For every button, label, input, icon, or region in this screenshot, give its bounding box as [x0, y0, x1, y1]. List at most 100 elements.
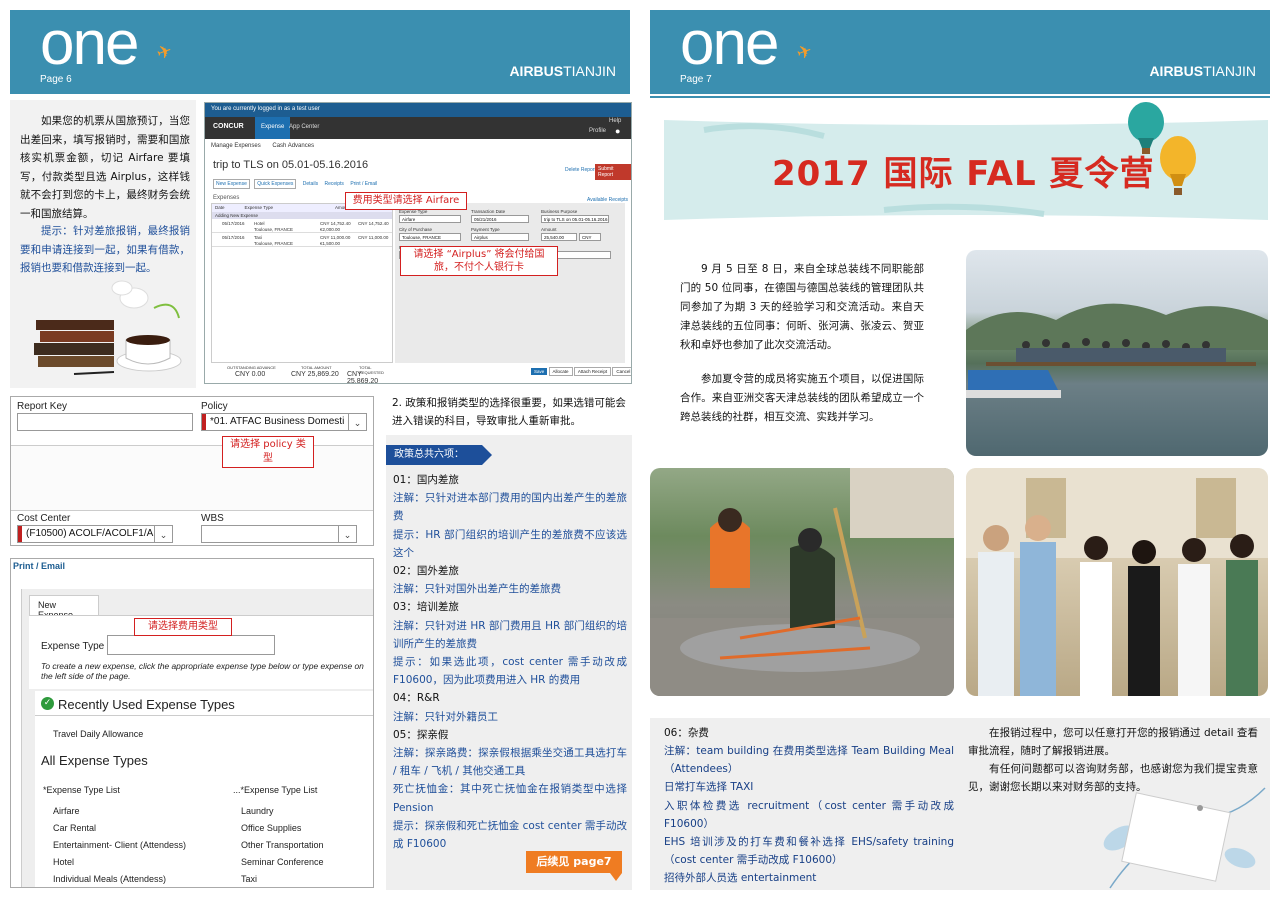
table-row[interactable]: 05/17/2016 Hotel Toulouse, FRANCE CNY 14… — [212, 219, 392, 233]
col-date: Date — [215, 205, 225, 210]
transaction-date-input[interactable]: 05/21/2016 — [471, 215, 529, 223]
print-email-menu[interactable]: Print / Email — [350, 181, 377, 187]
expense-type-label: Expense Type — [41, 641, 105, 652]
policy-line: 02：国外差旅 — [393, 565, 459, 578]
policy-label: Policy — [201, 401, 228, 412]
misc-line: 日常打车选择 TAXI — [664, 781, 754, 794]
concur-subnav: Manage Expenses Cash Advances — [211, 143, 314, 149]
camp-banner: 2017 国际 FAL 夏令营 — [664, 100, 1268, 236]
chevron-down-icon[interactable]: ⌄ — [348, 414, 366, 430]
expense-type-select[interactable]: Airfare — [399, 215, 461, 223]
plane-icon: ✈ — [793, 40, 816, 65]
test-user-banner: You are currently logged in as a test us… — [205, 103, 631, 117]
policy-line: 提示：HR 部门组织的培训产生的差旅费不应该选这个 — [393, 528, 627, 559]
expense-list-header-1: *Expense Type List — [43, 785, 120, 795]
expense-type-list-1: Airfare Car Rental Entertainment- Client… — [53, 803, 186, 887]
profile-menu[interactable]: Profile — [589, 128, 606, 134]
policy-callout: 请选择 policy 类型 — [222, 436, 314, 468]
intro-panel: 如果您的机票从国旅预订，当您出差回来，填写报销时，需要和国旅核实机票金额，切记 … — [10, 100, 196, 388]
misc-lines: 注解：team building 在费用类型选择 Team Building M… — [664, 742, 954, 888]
delete-report-link[interactable]: Delete Report — [565, 167, 596, 173]
list-item[interactable]: Taxi — [241, 871, 324, 887]
list-item[interactable]: Laundry — [241, 803, 324, 820]
list-item[interactable]: Office Supplies — [241, 820, 324, 837]
plane-icon: ✈ — [153, 40, 176, 65]
user-icon[interactable]: ● — [615, 126, 620, 136]
right-header: one ✈ Page 7 AIRBUSTIANJIN — [650, 10, 1270, 94]
books-coffee-illustration — [34, 280, 182, 375]
cash-advances-link[interactable]: Cash Advances — [272, 143, 314, 149]
arrow-down-icon — [610, 873, 622, 881]
list-item[interactable]: Hotel — [53, 854, 186, 871]
allocate-button[interactable]: Allocate — [548, 367, 573, 376]
payment-type-select[interactable]: Airplus — [471, 233, 529, 241]
expense-form: Expense Type Airfare Transaction Date 05… — [395, 203, 625, 363]
manage-expenses-link[interactable]: Manage Expenses — [211, 143, 261, 149]
report-title: trip to TLS on 05.01-05.16.2016 — [213, 159, 369, 171]
team-building-photo — [650, 468, 954, 696]
submit-report-button[interactable]: Submit Report — [595, 164, 631, 180]
policy-line: 04：R&R — [393, 692, 440, 705]
help-link[interactable]: Help — [609, 118, 621, 124]
adding-new-expense: Adding New Expense — [212, 212, 392, 219]
list-item[interactable]: Seminar Conference — [241, 854, 324, 871]
report-key-input[interactable] — [17, 413, 193, 431]
chevron-down-icon[interactable]: ⌄ — [154, 526, 172, 542]
list-item[interactable]: Airfare — [53, 803, 186, 820]
policy-lines: 01：国内差旅 注解：只针对进本部门费用的国内出差产生的差旅费 提示：HR 部门组织… — [393, 471, 627, 853]
form-buttons: Save Allocate Attach Receipt Cancel — [531, 367, 631, 376]
list-item[interactable]: Car Rental — [53, 820, 186, 837]
policy-line: 死亡抚恤金：其中死亡抚恤金在报销类型中选择 Pension — [393, 783, 627, 814]
new-expense-screenshot: Print / Email New Expense Expense Type T… — [10, 558, 374, 888]
wbs-label: WBS — [201, 513, 224, 524]
camp-paragraph-2: 参加夏令营的成员将实施五个项目，以促进国际合作。来自亚洲交客天津总装线的团队希望… — [680, 373, 924, 423]
wbs-select[interactable]: ⌄ — [201, 525, 357, 543]
intro-tip: 提示：针对差旅报销，最终报销要和申请连接到一起，如果有借款，报销也要和借款连接到… — [20, 225, 190, 274]
policy-line: 注解：只针对国外出差产生的差旅费 — [393, 583, 561, 596]
misc-line: EHS 培训涉及的打车费和餐补选择 EHS/safety training（co… — [664, 836, 954, 867]
currency-select[interactable]: CNY — [579, 233, 601, 241]
policy-badge: 政策总共六项： — [386, 445, 482, 465]
amount-input[interactable]: 25,540.00 — [541, 233, 577, 241]
one-logo: one — [40, 9, 139, 78]
save-button[interactable]: Save — [531, 368, 548, 375]
cost-center-select[interactable]: (F10500) ACOLF/ACOLF1/A ⌄ — [17, 525, 173, 543]
intro-paragraph: 如果您的机票从国旅预订，当您出差回来，填写报销时，需要和国旅核实机票金额，切记 … — [20, 115, 190, 220]
group-photo-lake — [966, 250, 1268, 456]
table-row[interactable]: 05/17/2016 Taxi Toulouse, FRANCE CNY 11,… — [212, 233, 392, 247]
receipts-menu[interactable]: Receipts — [324, 181, 343, 187]
cancel-button[interactable]: Cancel — [612, 367, 631, 376]
quick-expenses-button[interactable]: Quick Expenses — [254, 179, 297, 189]
misc-panel: 06：杂费 注解：team building 在费用类型选择 Team Buil… — [650, 718, 1270, 890]
new-expense-button[interactable]: New Expense — [213, 179, 250, 189]
recent-item[interactable]: Travel Daily Allowance — [53, 729, 143, 739]
airbus-tianjin-logo: AIRBUSTIANJIN — [1149, 63, 1256, 79]
attach-receipt-button[interactable]: Attach Receipt — [573, 367, 612, 376]
business-purpose-input[interactable]: trip to TLS on 05.01-05.16.2016 — [541, 215, 609, 223]
hot-air-balloon-icon — [1160, 136, 1196, 195]
tianjin-team-photo — [966, 468, 1268, 696]
concur-logo: CONCUR — [213, 123, 244, 130]
print-email-menu[interactable]: Print / Email — [13, 561, 65, 571]
list-item[interactable]: Entertainment- Client (Attendess) — [53, 837, 186, 854]
details-menu[interactable]: Details — [303, 181, 318, 187]
nav-app-center[interactable]: App Center — [289, 124, 319, 130]
chevron-down-icon[interactable]: ⌄ — [338, 526, 356, 542]
policy-panel: 政策总共六项： 01：国内差旅 注解：只针对进本部门费用的国内出差产生的差旅费 提示… — [386, 435, 632, 890]
list-item[interactable]: Individual Meals (Attendess) — [53, 871, 186, 887]
concur-screenshot: You are currently logged in as a test us… — [204, 102, 632, 384]
nav-expense[interactable]: Expense — [255, 117, 291, 139]
policy-select[interactable]: *01. ATFAC Business Domesti ⌄ — [201, 413, 367, 431]
expense-type-list-2: Laundry Office Supplies Other Transporta… — [241, 803, 324, 887]
tab-new-expense[interactable]: New Expense — [29, 595, 99, 620]
policy-line: 01：国内差旅 — [393, 474, 459, 486]
expense-type-input[interactable] — [107, 635, 275, 655]
concur-topbar: CONCUR Expense App Center Help Profile ● — [205, 117, 631, 139]
city-input[interactable]: Toulouse, FRANCE — [399, 233, 461, 241]
list-item[interactable]: Other Transportation — [241, 837, 324, 854]
new-expense-instruction: To create a new expense, click the appro… — [41, 661, 364, 681]
report-actions: New Expense Quick Expenses Details Recei… — [213, 179, 377, 189]
airfare-callout: 费用类型请选择 Airfare — [345, 192, 467, 210]
airbus-tianjin-logo: AIRBUSTIANJIN — [509, 63, 616, 79]
closing-paragraph-1: 在报销过程中，您可以任意打开您的报销通过 detail 查看审批流程，随时了解报… — [968, 727, 1258, 757]
